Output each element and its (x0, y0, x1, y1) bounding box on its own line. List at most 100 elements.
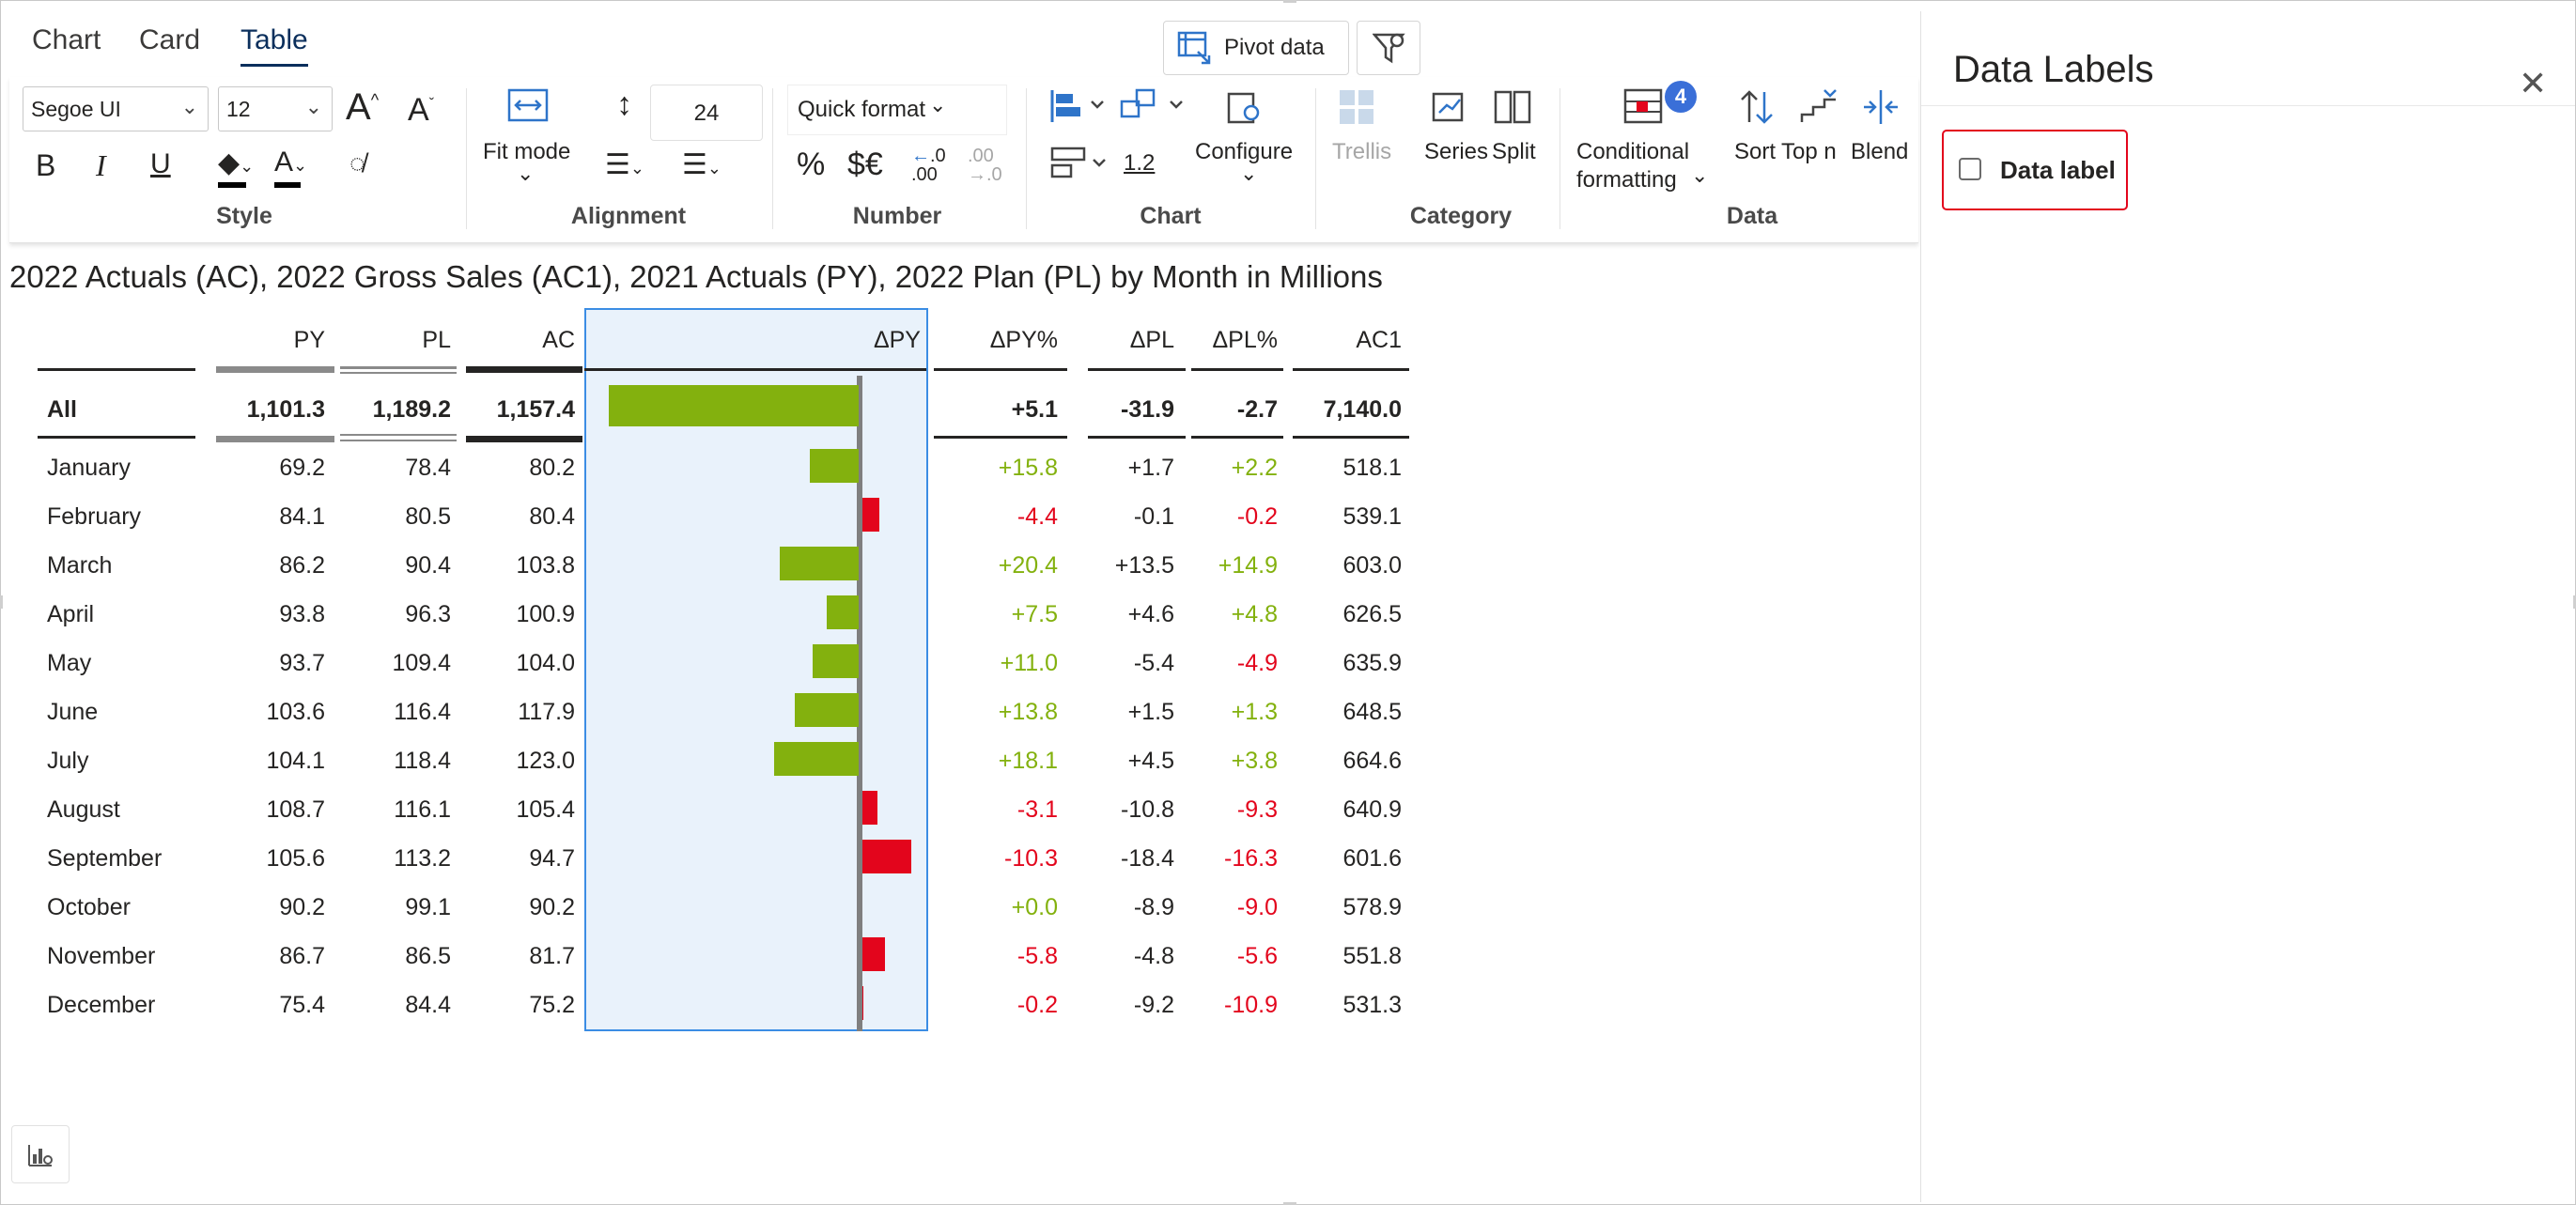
chart-settings-icon[interactable] (11, 1125, 70, 1183)
cell-dplpct: -5.6 (1236, 943, 1278, 969)
underline-icon[interactable]: U (150, 148, 171, 180)
trellis-icon[interactable] (1338, 88, 1375, 126)
row-label: September (47, 845, 163, 872)
percent-icon[interactable]: % (797, 147, 825, 183)
table-rule (466, 436, 582, 442)
bold-icon[interactable]: B (36, 148, 55, 183)
table-rule (216, 366, 334, 373)
column-header-ac: AC (542, 327, 575, 353)
cell-dpypct: +15.8 (998, 455, 1058, 481)
align-center-icon[interactable]: ☰⌄ (682, 148, 722, 181)
blend-label[interactable]: Blend (1851, 139, 1908, 165)
tab-chart[interactable]: Chart (32, 24, 101, 56)
row-height-input[interactable]: 24 (650, 85, 763, 141)
resize-handle[interactable] (1283, 0, 1296, 3)
series-label[interactable]: Series (1424, 139, 1488, 165)
table-rule (1088, 436, 1186, 439)
font-color-icon[interactable]: A⌄ (274, 147, 307, 178)
group-label-data: Data (1726, 203, 1778, 229)
close-icon[interactable]: ✕ (2519, 64, 2547, 103)
column-header-py: PY (293, 327, 325, 353)
cell-ac: 117.9 (518, 699, 575, 725)
delta-py-bar (862, 791, 877, 825)
increase-font-icon[interactable]: A^ (346, 86, 379, 129)
row-label: April (47, 601, 95, 627)
quick-format-select[interactable]: Quick format ⌄ (787, 85, 1007, 135)
tab-card[interactable]: Card (139, 24, 200, 56)
group-label-category: Category (1409, 203, 1513, 229)
blend-icon[interactable] (1862, 88, 1900, 126)
chevron-down-icon[interactable]: ⌄ (1240, 162, 1257, 186)
font-size-select[interactable]: 12 ⌄ (218, 86, 333, 131)
group-label-number: Number (852, 203, 942, 229)
decrease-decimals-icon[interactable]: ←.0.00 (911, 147, 946, 184)
filter-icon (1373, 33, 1405, 64)
row-label: May (47, 650, 92, 676)
cell-dplpct: +14.9 (1218, 552, 1278, 579)
chart-arrange-icon[interactable] (1118, 88, 1195, 126)
column-header-ac1: AC1 (1356, 327, 1402, 353)
fill-color-icon[interactable]: ◆⌄ (218, 147, 254, 179)
table-rule (1293, 436, 1409, 439)
trellis-label[interactable]: Trellis (1332, 139, 1391, 165)
row-label: February (47, 503, 142, 530)
cell-dpypct: +18.1 (998, 748, 1058, 774)
fill-color-swatch (218, 182, 246, 188)
sort-icon[interactable] (1738, 88, 1776, 126)
cell-dplpct: -2.7 (1236, 396, 1278, 423)
cell-dpypct: +0.0 (1011, 894, 1058, 920)
cell-ac: 100.9 (516, 601, 575, 627)
top-n-label[interactable]: Top n (1781, 139, 1837, 165)
filter-button[interactable] (1357, 21, 1420, 75)
pivot-label: Pivot data (1224, 35, 1325, 60)
cell-dplpct: +3.8 (1231, 748, 1278, 774)
sort-label[interactable]: Sort (1734, 139, 1776, 165)
tab-table[interactable]: Table (241, 24, 308, 67)
resize-handle[interactable] (0, 595, 3, 609)
cell-ac: 1,157.4 (496, 396, 575, 423)
chevron-down-icon[interactable]: ⌄ (517, 162, 534, 186)
italic-icon[interactable]: I (96, 148, 106, 183)
conditional-formatting-label[interactable]: Conditional (1576, 139, 1689, 165)
currency-icon[interactable]: $€ (847, 147, 883, 183)
fit-mode-icon[interactable] (507, 86, 549, 124)
cell-dpypct: +13.8 (998, 699, 1058, 725)
table-rule (1191, 436, 1283, 439)
chart-layout-icon[interactable] (1048, 88, 1109, 126)
decrease-font-icon[interactable]: Aˇ (408, 92, 434, 129)
font-family-select[interactable]: Segoe UI ⌄ (23, 86, 209, 131)
cell-dpypct: +7.5 (1011, 601, 1058, 627)
cell-dplpct: -0.2 (1236, 503, 1278, 530)
series-icon[interactable] (1432, 88, 1469, 126)
chart-value-format[interactable]: 1.2 (1124, 150, 1155, 177)
group-label-style: Style (216, 203, 272, 229)
separator (1315, 88, 1316, 229)
conditional-formatting-label-2[interactable]: formatting (1576, 167, 1677, 193)
delta-py-bar (813, 644, 859, 678)
chevron-down-icon: ⌄ (929, 93, 947, 116)
data-label-text: Data label (2000, 156, 2116, 184)
chart-small-multiples-icon[interactable] (1048, 145, 1110, 182)
split-label[interactable]: Split (1492, 139, 1536, 165)
increase-decimals-icon[interactable]: .00 →.0 (968, 147, 1002, 184)
cell-dpypct: -4.4 (1016, 503, 1058, 530)
panel-divider (1921, 105, 2575, 106)
top-n-icon[interactable] (1800, 88, 1838, 126)
align-left-icon[interactable]: ☰⌄ (605, 148, 644, 181)
delta-py-bar (862, 986, 863, 1020)
pivot-data-button[interactable]: Pivot data (1163, 21, 1349, 75)
cell-ac: 80.4 (529, 503, 575, 530)
hide-icon[interactable]: ◌̸ (349, 148, 365, 178)
data-label-option[interactable]: Data label (1942, 130, 2128, 210)
ribbon-toolbar: Segoe UI ⌄ 12 ⌄ A^ Aˇ B I U ◆⌄ A⌄ ◌̸ Style… (9, 77, 1918, 243)
configure-icon[interactable] (1225, 88, 1266, 126)
chevron-down-icon[interactable]: ⌄ (1691, 163, 1708, 188)
cell-dpypct: +20.4 (998, 552, 1058, 579)
conditional-formatting-icon[interactable] (1623, 88, 1665, 126)
cell-dplpct: -9.0 (1236, 894, 1278, 920)
delta-py-bar (780, 547, 859, 580)
data-label-checkbox[interactable] (1959, 158, 1981, 180)
split-icon[interactable] (1494, 88, 1531, 126)
delta-py-bar (795, 693, 859, 727)
conditional-formatting-count-badge: 4 (1665, 81, 1697, 113)
